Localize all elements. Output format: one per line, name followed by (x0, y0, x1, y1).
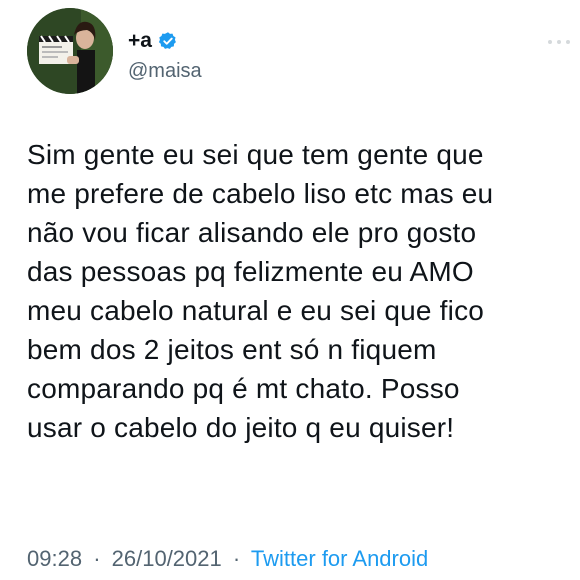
profile-photo (27, 8, 113, 94)
more-dot-icon (548, 40, 552, 44)
verified-badge-icon (158, 31, 178, 51)
tweet-text-line: das pessoas pq felizmente eu AMO (27, 256, 474, 287)
tweet-text-line: me prefere de cabelo liso etc mas eu (27, 178, 494, 209)
more-options-icon[interactable] (548, 38, 574, 46)
display-name[interactable]: +a (128, 30, 152, 52)
tweet-source-link[interactable]: Twitter for Android (251, 546, 428, 571)
tweet-text-line: não vou ficar alisando ele pro gosto (27, 217, 477, 248)
tweet-metadata: 09:28 · 26/10/2021 · Twitter for Android (27, 545, 428, 573)
meta-separator: · (93, 546, 101, 571)
author-name-row[interactable]: +a (128, 30, 178, 52)
meta-separator: · (232, 546, 241, 571)
tweet-card: +a @maisa Sim gente eu sei que tem gente… (0, 0, 580, 580)
avatar[interactable] (27, 8, 113, 94)
author-handle[interactable]: @maisa (128, 59, 202, 83)
tweet-text-line: meu cabelo natural e eu sei que fico (27, 295, 485, 326)
tweet-text-line: usar o cabelo do jeito q eu quiser! (27, 412, 455, 443)
tweet-text-line: Sim gente eu sei que tem gente que (27, 139, 484, 170)
tweet-time[interactable]: 09:28 (27, 546, 82, 571)
tweet-text-line: bem dos 2 jeitos ent só n fiquem (27, 334, 437, 365)
tweet-date[interactable]: 26/10/2021 (112, 546, 222, 571)
tweet-text-line: comparando pq é mt chato. Posso (27, 373, 460, 404)
more-dot-icon (557, 40, 561, 44)
more-dot-icon (566, 40, 570, 44)
tweet-text: Sim gente eu sei que tem gente que me pr… (27, 135, 580, 447)
